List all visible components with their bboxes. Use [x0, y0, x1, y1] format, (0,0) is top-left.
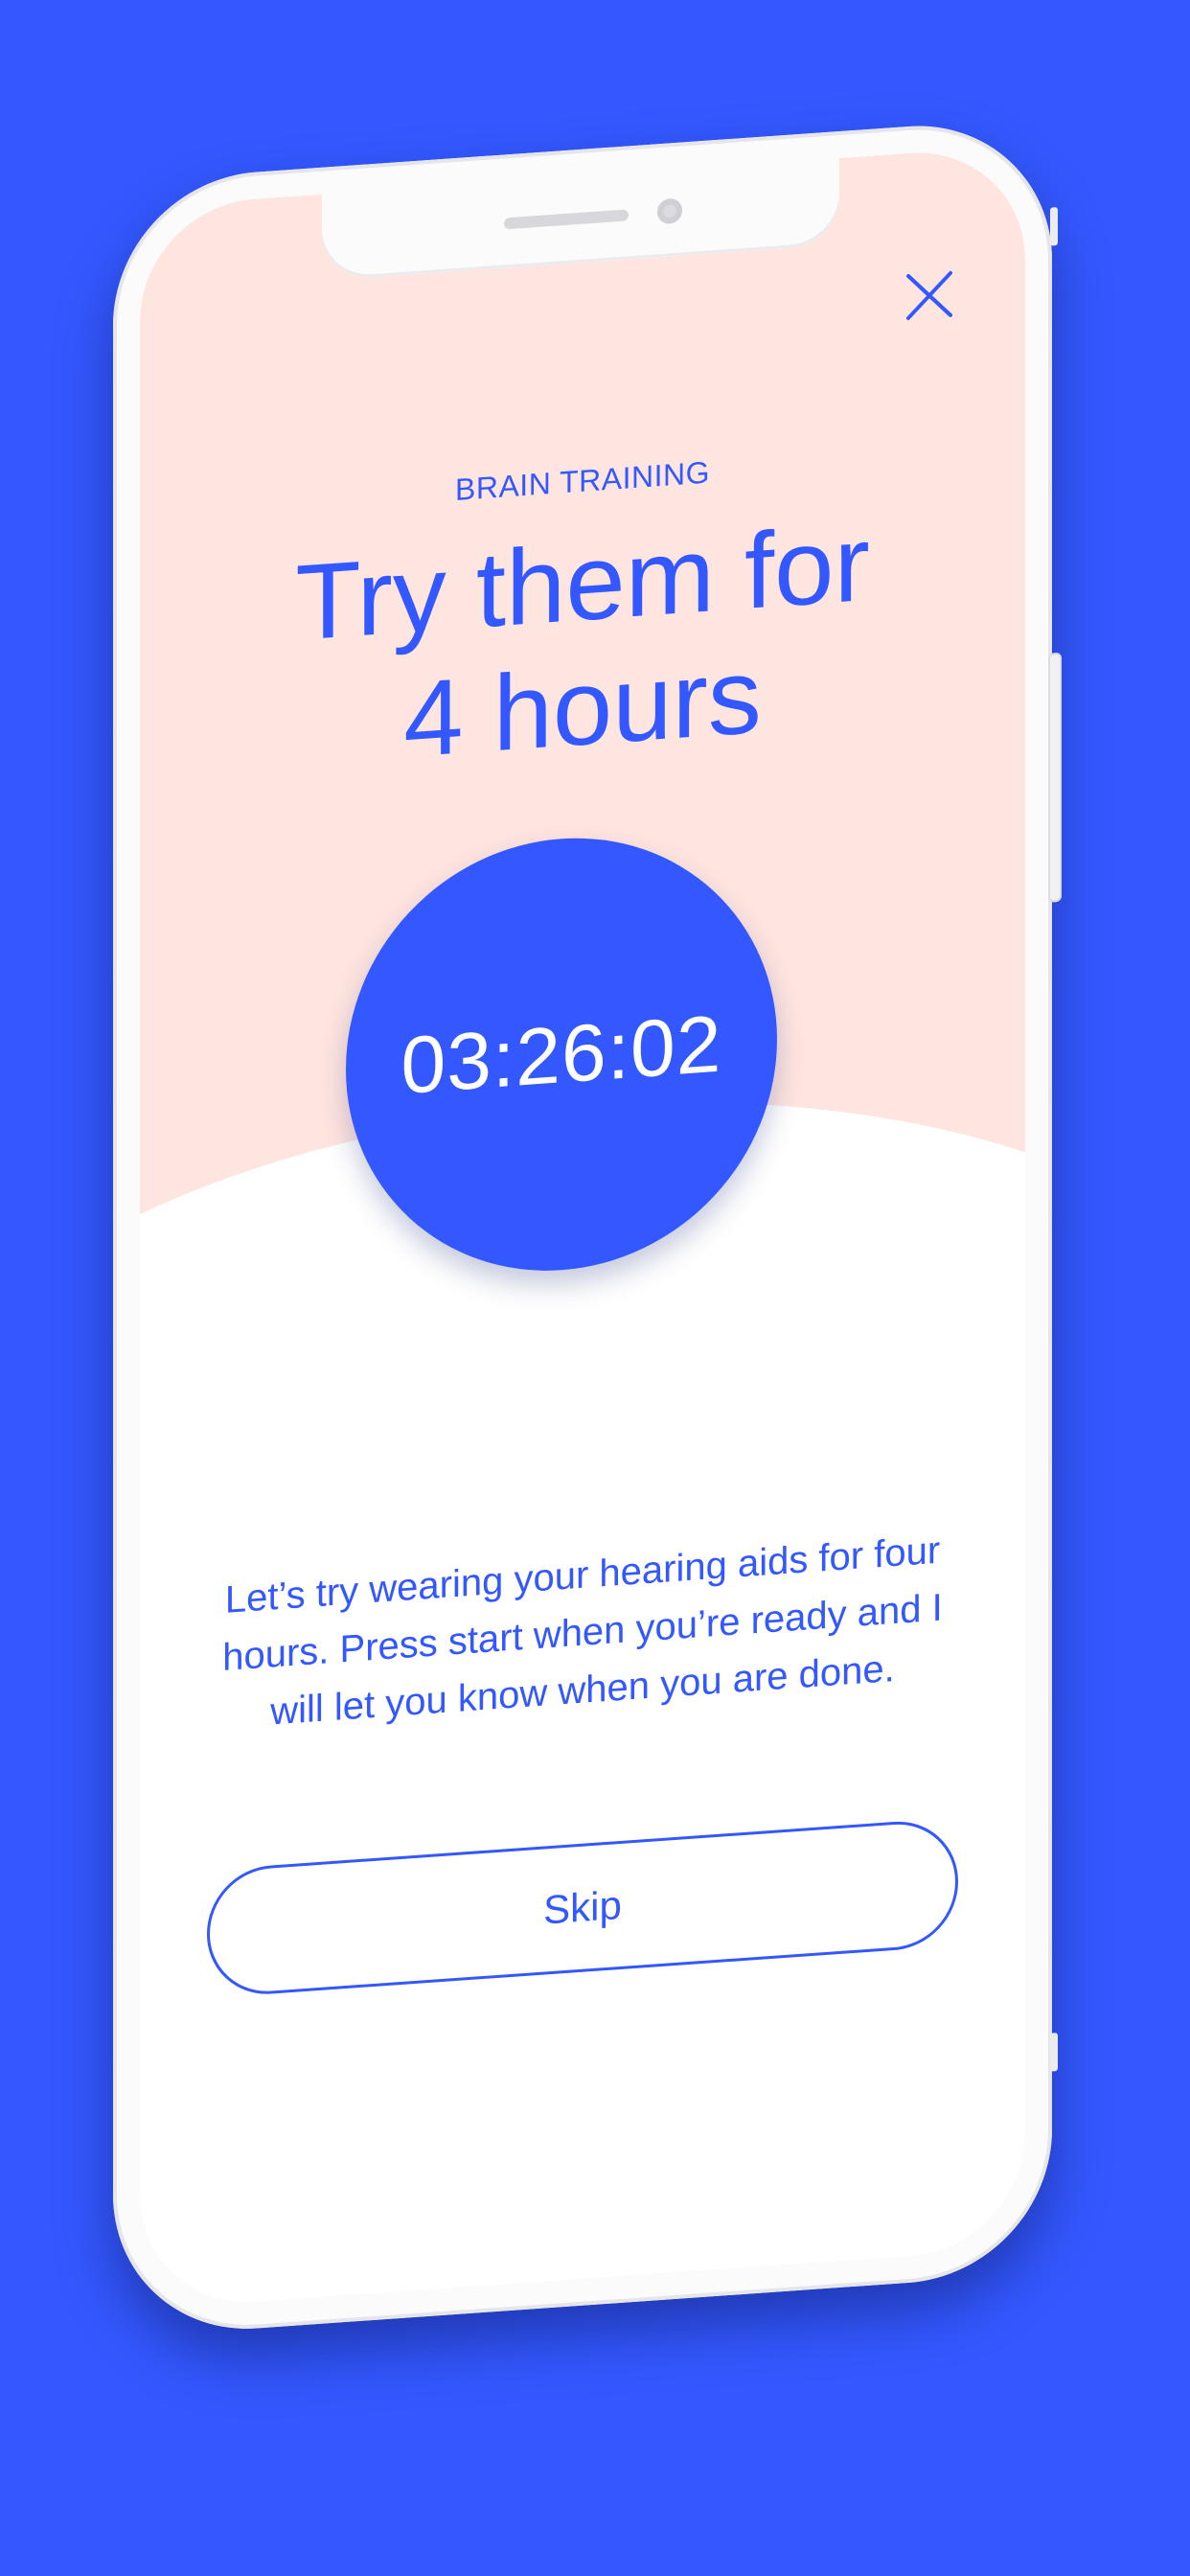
front-camera: [657, 197, 682, 225]
close-button[interactable]: [901, 264, 958, 326]
scene-background: BRAIN TRAINING Try them for 4 hours 03:2…: [0, 0, 1190, 2576]
speaker-grille: [504, 209, 629, 230]
phone-lower-button: [1050, 2033, 1058, 2072]
phone-mockup: BRAIN TRAINING Try them for 4 hours 03:2…: [113, 116, 1062, 2339]
phone-screen: BRAIN TRAINING Try them for 4 hours 03:2…: [140, 145, 1025, 2311]
title-line-2: 4 hours: [403, 634, 762, 780]
close-icon: [906, 270, 952, 320]
phone-side-button: [1048, 652, 1062, 903]
timer-readout: 03:26:02: [400, 998, 722, 1111]
phone-volume-up: [1050, 207, 1058, 246]
skip-button[interactable]: Skip: [207, 1817, 958, 1999]
